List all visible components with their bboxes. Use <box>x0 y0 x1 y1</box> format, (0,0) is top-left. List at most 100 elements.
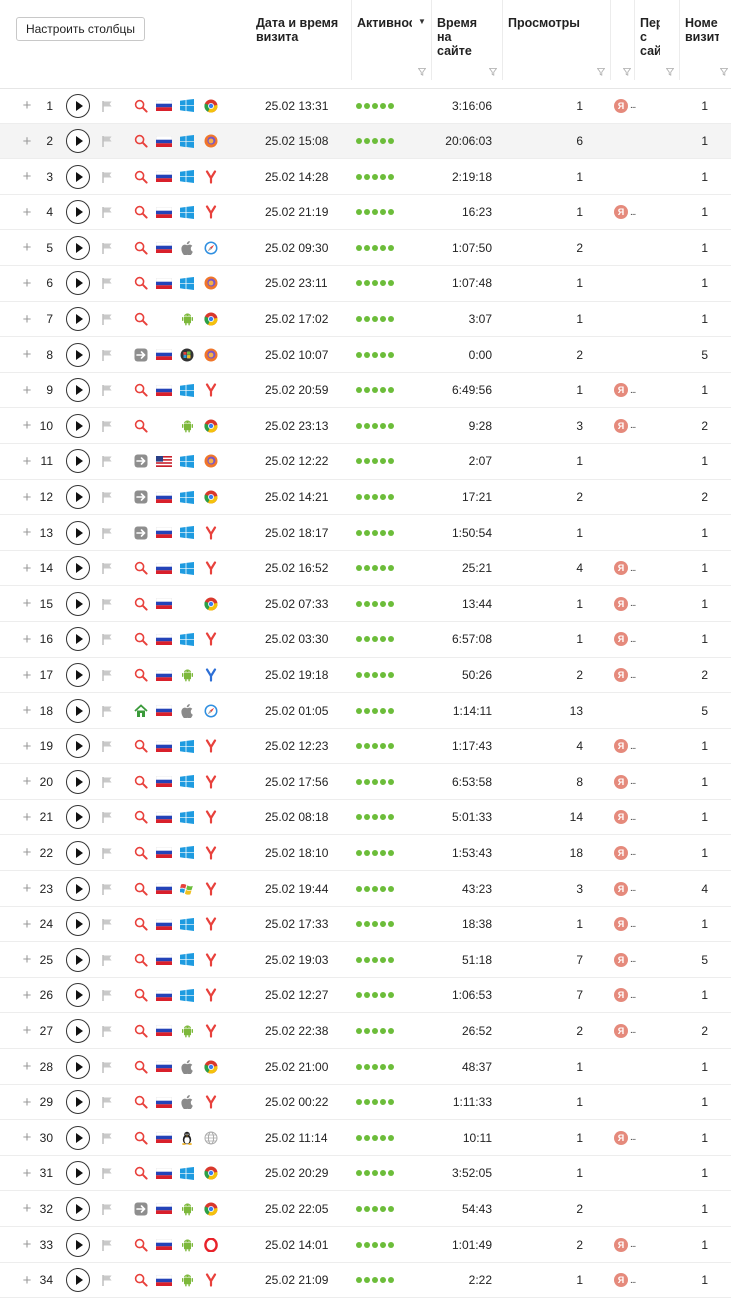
table-row[interactable]: +20 25.02 17:56 6:53:58 8 Я... 1 <box>0 764 731 800</box>
table-row[interactable]: +31 25.02 20:29 3:52:05 1 1 <box>0 1156 731 1192</box>
expand-row-icon[interactable]: + <box>21 1156 33 1191</box>
play-session-button[interactable] <box>66 978 92 1013</box>
play-session-button[interactable] <box>66 1085 92 1120</box>
play-session-button[interactable] <box>66 373 92 408</box>
play-session-button[interactable] <box>66 551 92 586</box>
table-row[interactable]: +26 25.02 12:27 1:06:53 7 Я... 1 <box>0 978 731 1014</box>
bookmark-flag-icon[interactable] <box>101 978 115 1013</box>
table-row[interactable]: +32 25.02 22:05 54:43 2 1 <box>0 1191 731 1227</box>
table-row[interactable]: +15 25.02 07:33 13:44 1 Я... 1 <box>0 586 731 622</box>
table-row[interactable]: +22 25.02 18:10 1:53:43 18 Я... 1 <box>0 835 731 872</box>
expand-row-icon[interactable]: + <box>21 266 33 301</box>
table-row[interactable]: +18 25.02 01:05 1:14:11 13 5 <box>0 693 731 729</box>
table-row[interactable]: +21 25.02 08:18 5:01:33 14 Я... 1 <box>0 800 731 836</box>
bookmark-flag-icon[interactable] <box>101 266 115 301</box>
bookmark-flag-icon[interactable] <box>101 1013 115 1048</box>
expand-row-icon[interactable]: + <box>21 942 33 977</box>
bookmark-flag-icon[interactable] <box>101 551 115 586</box>
expand-row-icon[interactable]: + <box>21 124 33 159</box>
expand-row-icon[interactable]: + <box>21 978 33 1013</box>
bookmark-flag-icon[interactable] <box>101 195 115 230</box>
play-session-button[interactable] <box>66 1191 92 1226</box>
expand-row-icon[interactable]: + <box>21 1013 33 1048</box>
bookmark-flag-icon[interactable] <box>101 1191 115 1226</box>
table-row[interactable]: +6 25.02 23:11 1:07:48 1 1 <box>0 266 731 302</box>
play-session-button[interactable] <box>66 88 92 123</box>
expand-row-icon[interactable]: + <box>21 515 33 550</box>
expand-row-icon[interactable]: + <box>21 195 33 230</box>
play-session-button[interactable] <box>66 1013 92 1048</box>
column-header-narrow[interactable] <box>610 0 635 80</box>
expand-row-icon[interactable]: + <box>21 159 33 194</box>
expand-row-icon[interactable]: + <box>21 373 33 408</box>
table-row[interactable]: +33 25.02 14:01 1:01:49 2 Я... 1 <box>0 1227 731 1263</box>
play-session-button[interactable] <box>66 835 92 870</box>
table-row[interactable]: +34 25.02 21:09 2:22 1 Я... 1 <box>0 1263 731 1298</box>
column-header-time-on-site[interactable]: Время на сайте <box>431 0 503 80</box>
table-row[interactable]: +13 25.02 18:17 1:50:54 1 1 <box>0 515 731 551</box>
bookmark-flag-icon[interactable] <box>101 658 115 693</box>
table-row[interactable]: +1 25.02 13:31 3:16:06 1 Я... 1 <box>0 88 731 124</box>
play-session-button[interactable] <box>66 693 92 728</box>
play-session-button[interactable] <box>66 622 92 657</box>
bookmark-flag-icon[interactable] <box>101 159 115 194</box>
play-session-button[interactable] <box>66 942 92 977</box>
expand-row-icon[interactable]: + <box>21 764 33 799</box>
table-row[interactable]: +19 25.02 12:23 1:17:43 4 Я... 1 <box>0 729 731 765</box>
play-session-button[interactable] <box>66 1120 92 1155</box>
expand-row-icon[interactable]: + <box>21 693 33 728</box>
filter-icon[interactable] <box>489 68 497 76</box>
expand-row-icon[interactable]: + <box>21 480 33 515</box>
table-row[interactable]: +17 25.02 19:18 50:26 2 Я... 2 <box>0 658 731 694</box>
filter-icon[interactable] <box>666 68 674 76</box>
table-row[interactable]: +11 25.02 12:22 2:07 1 1 <box>0 444 731 480</box>
expand-row-icon[interactable]: + <box>21 337 33 372</box>
expand-row-icon[interactable]: + <box>21 1120 33 1155</box>
bookmark-flag-icon[interactable] <box>101 586 115 621</box>
expand-row-icon[interactable]: + <box>21 1049 33 1084</box>
expand-row-icon[interactable]: + <box>21 408 33 443</box>
play-session-button[interactable] <box>66 729 92 764</box>
bookmark-flag-icon[interactable] <box>101 942 115 977</box>
filter-icon[interactable] <box>418 68 426 76</box>
play-session-button[interactable] <box>66 1049 92 1084</box>
column-header-visit-number[interactable]: Номе визит <box>679 0 731 80</box>
expand-row-icon[interactable]: + <box>21 1227 33 1262</box>
bookmark-flag-icon[interactable] <box>101 1227 115 1262</box>
bookmark-flag-icon[interactable] <box>101 729 115 764</box>
play-session-button[interactable] <box>66 658 92 693</box>
bookmark-flag-icon[interactable] <box>101 230 115 265</box>
expand-row-icon[interactable]: + <box>21 871 33 906</box>
column-header-activity[interactable]: Активнос ▼ <box>351 0 432 80</box>
play-session-button[interactable] <box>66 1227 92 1262</box>
expand-row-icon[interactable]: + <box>21 302 33 337</box>
play-session-button[interactable] <box>66 800 92 835</box>
filter-icon[interactable] <box>720 68 728 76</box>
play-session-button[interactable] <box>66 1263 92 1298</box>
filter-icon[interactable] <box>623 68 631 76</box>
play-session-button[interactable] <box>66 195 92 230</box>
bookmark-flag-icon[interactable] <box>101 480 115 515</box>
bookmark-flag-icon[interactable] <box>101 1263 115 1298</box>
table-row[interactable]: +28 25.02 21:00 48:37 1 1 <box>0 1049 731 1085</box>
play-session-button[interactable] <box>66 266 92 301</box>
bookmark-flag-icon[interactable] <box>101 1156 115 1191</box>
play-session-button[interactable] <box>66 586 92 621</box>
configure-columns-button[interactable]: Настроить столбцы <box>16 17 145 41</box>
expand-row-icon[interactable]: + <box>21 622 33 657</box>
expand-row-icon[interactable]: + <box>21 907 33 942</box>
bookmark-flag-icon[interactable] <box>101 693 115 728</box>
play-session-button[interactable] <box>66 871 92 906</box>
table-row[interactable]: +4 25.02 21:19 16:23 1 Я... 1 <box>0 195 731 231</box>
table-row[interactable]: +2 25.02 15:08 20:06:03 6 1 <box>0 123 731 160</box>
table-row[interactable]: +24 25.02 17:33 18:38 1 Я... 1 <box>0 907 731 943</box>
expand-row-icon[interactable]: + <box>21 835 33 870</box>
table-row[interactable]: +5 25.02 09:30 1:07:50 2 1 <box>0 230 731 266</box>
bookmark-flag-icon[interactable] <box>101 302 115 337</box>
play-session-button[interactable] <box>66 337 92 372</box>
bookmark-flag-icon[interactable] <box>101 408 115 443</box>
bookmark-flag-icon[interactable] <box>101 88 115 123</box>
play-session-button[interactable] <box>66 159 92 194</box>
expand-row-icon[interactable]: + <box>21 444 33 479</box>
expand-row-icon[interactable]: + <box>21 729 33 764</box>
